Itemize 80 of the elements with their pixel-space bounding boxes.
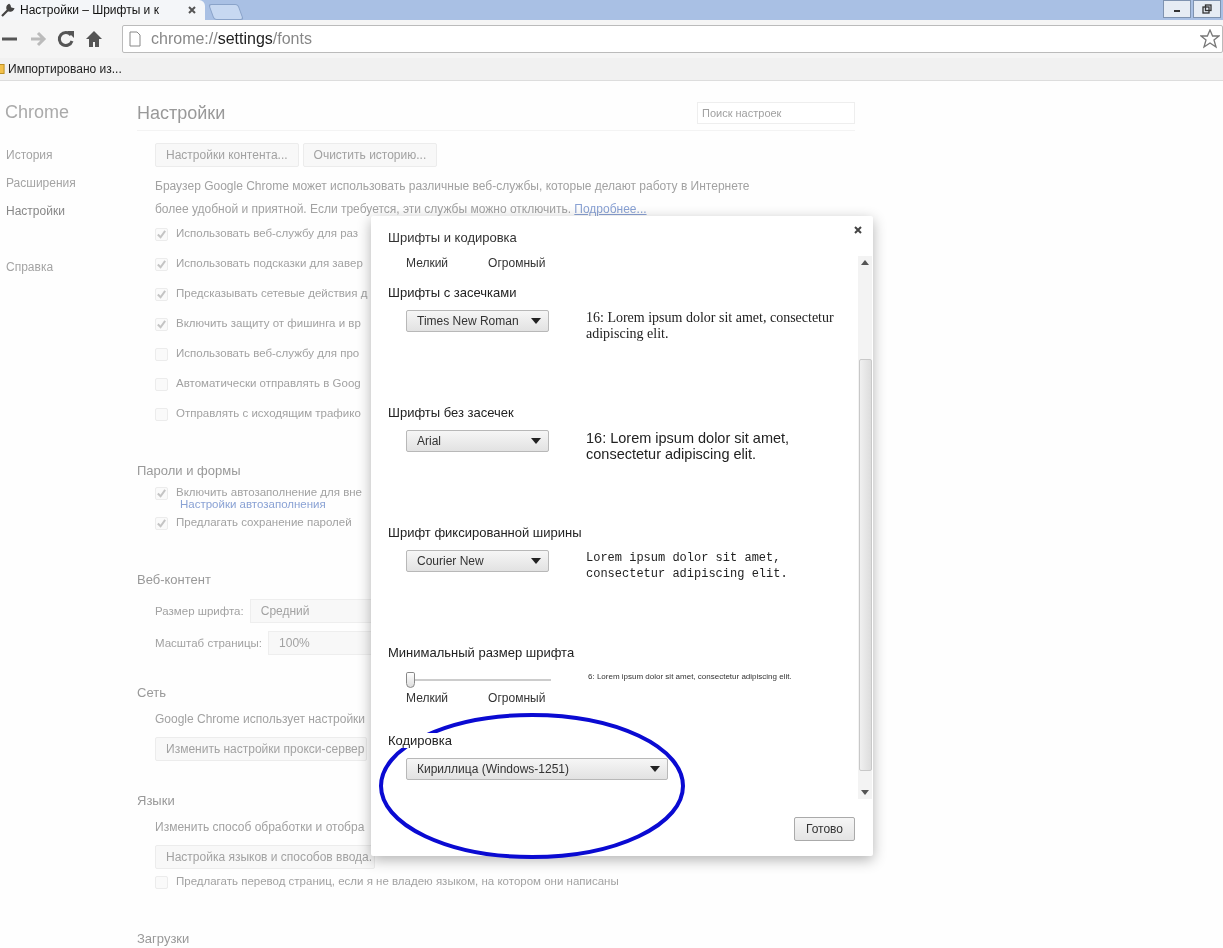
caret-icon bbox=[531, 558, 541, 564]
checkbox-label: Включить защиту от фишинга и вр bbox=[176, 317, 361, 329]
scale-label: Мелкий bbox=[406, 691, 449, 705]
page-icon bbox=[127, 31, 143, 47]
section-heading: Веб-контент bbox=[137, 572, 211, 587]
sidebar-title: Chrome bbox=[4, 102, 71, 123]
font-dropdown[interactable]: Arial bbox=[406, 430, 549, 452]
section-heading: Шрифты с засечками bbox=[388, 285, 518, 300]
font-dropdown[interactable]: Times New Roman bbox=[406, 310, 549, 332]
font-dropdown[interactable]: Courier New bbox=[406, 550, 549, 572]
font-sample: 6: Lorem ipsum dolor sit amet, consectetur adipiscing elit. bbox=[588, 672, 792, 681]
section-heading: Минимальный размер шрифта bbox=[388, 645, 576, 660]
checkbox[interactable] bbox=[155, 288, 168, 301]
section-heading: Кодировка bbox=[388, 733, 454, 748]
close-icon[interactable] bbox=[187, 5, 197, 15]
section-text: Изменить способ обработки и отобра bbox=[154, 819, 365, 836]
scroll-down-icon[interactable] bbox=[861, 790, 869, 795]
section-text: Google Chrome использует настройки bbox=[154, 711, 366, 728]
autofill-link[interactable]: Настройки автозаполнения bbox=[176, 498, 362, 510]
caret-icon bbox=[650, 766, 660, 772]
dropdown[interactable]: Средний bbox=[249, 599, 372, 623]
sidebar-item[interactable]: Расширения bbox=[0, 169, 137, 197]
checkbox-label: Использовать подсказки для завер bbox=[176, 257, 363, 269]
done-button[interactable]: Готово bbox=[793, 817, 855, 841]
checkbox-label: Включить автозаполнение для вне bbox=[176, 486, 362, 498]
new-tab-button[interactable] bbox=[208, 4, 244, 20]
restore-button[interactable] bbox=[1193, 0, 1221, 18]
checkbox-label: Использовать веб-службу для раз bbox=[176, 227, 359, 239]
checkbox-label: Предсказывать сетевые действия д bbox=[176, 287, 368, 299]
home-icon[interactable] bbox=[84, 29, 104, 49]
address-bar[interactable]: chrome://settings/fonts bbox=[122, 25, 1223, 53]
page-title: Настройки bbox=[137, 102, 226, 124]
scale-label: Огромный bbox=[488, 691, 546, 705]
checkbox-label: Предлагать перевод страниц, если я не владею языком, на котором они написаны bbox=[176, 875, 619, 887]
reload-icon[interactable] bbox=[56, 29, 76, 49]
font-sample: 16: Lorem ipsum dolor sit amet, consectetur adipiscing elit. bbox=[586, 430, 791, 462]
caret-icon bbox=[531, 438, 541, 444]
section-heading: Шрифты без засечек bbox=[388, 405, 515, 420]
section-heading: Пароли и формы bbox=[137, 463, 241, 478]
restore-icon bbox=[1202, 4, 1212, 14]
encoding-dropdown[interactable]: Кириллица (Windows-1251) bbox=[406, 758, 668, 780]
sidebar-item[interactable]: Настройки bbox=[0, 197, 137, 225]
checkbox[interactable] bbox=[155, 487, 168, 500]
scale-label: Мелкий bbox=[406, 256, 449, 271]
star-icon[interactable] bbox=[1200, 29, 1220, 49]
checkbox[interactable] bbox=[155, 517, 168, 530]
checkbox[interactable] bbox=[155, 228, 168, 241]
settings-button[interactable]: Очистить историю... bbox=[302, 143, 438, 167]
checkbox-label: Отправлять с исходящим трафико bbox=[176, 407, 361, 419]
settings-button[interactable]: Изменить настройки прокси-сервер bbox=[155, 737, 368, 761]
section-heading: Языки bbox=[137, 793, 175, 808]
search-field[interactable]: Поиск настроек bbox=[697, 102, 855, 124]
checkbox-label: Использовать веб-службу для про bbox=[176, 347, 360, 359]
field-label: Размер шрифта: bbox=[155, 605, 244, 617]
section-heading: Сеть bbox=[137, 685, 166, 700]
settings-button[interactable]: Настройка языков и способов ввода. bbox=[155, 845, 376, 869]
minimize-button[interactable] bbox=[1163, 0, 1191, 18]
font-sample: 16: Lorem ipsum dolor sit amet, consectetur adipiscing elit. bbox=[586, 310, 835, 342]
bookmark-folder[interactable]: Импортировано из... bbox=[0, 62, 122, 76]
checkbox-label: Предлагать сохранение паролей bbox=[176, 516, 352, 528]
sidebar-item[interactable]: История bbox=[0, 141, 137, 169]
scrollbar[interactable] bbox=[858, 256, 872, 799]
scale-label: Огромный bbox=[488, 256, 546, 271]
section-heading: Шрифт фиксированной ширины bbox=[388, 525, 583, 540]
sidebar-item[interactable]: Справка bbox=[0, 253, 137, 281]
checkbox[interactable] bbox=[155, 318, 168, 331]
settings-button[interactable]: Настройки контента... bbox=[155, 143, 299, 167]
checkbox[interactable] bbox=[155, 258, 168, 271]
close-icon[interactable] bbox=[853, 225, 863, 235]
slider-thumb[interactable] bbox=[406, 672, 415, 688]
dialog-title: Шрифты и кодировка bbox=[388, 230, 517, 247]
checkbox-label: Автоматически отправлять в Goog bbox=[176, 377, 361, 389]
field-label: Масштаб страницы: bbox=[155, 637, 263, 649]
scroll-up-icon[interactable] bbox=[861, 260, 869, 265]
caret-icon bbox=[531, 318, 541, 324]
browser-tab[interactable]: Настройки – Шрифты и к bbox=[0, 0, 205, 20]
wrench-icon bbox=[0, 2, 16, 18]
section-heading: Загрузки bbox=[137, 931, 190, 946]
more-link[interactable]: Подробнее... bbox=[574, 202, 647, 216]
font-sample: Lorem ipsum dolor sit amet, consectetur adipiscing elit. bbox=[586, 550, 789, 582]
